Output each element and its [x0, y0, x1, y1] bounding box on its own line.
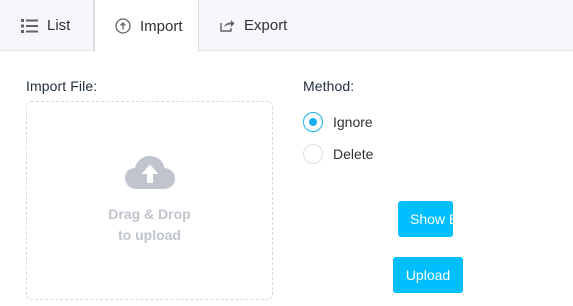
dropzone-text-line2: to upload — [118, 227, 181, 243]
import-file-label: Import File: — [26, 78, 98, 94]
radio-ignore-circle[interactable] — [303, 112, 323, 132]
list-icon — [21, 18, 38, 33]
dropzone-text-line1: Drag & Drop — [108, 206, 191, 222]
radio-delete[interactable]: Delete — [303, 144, 373, 164]
upload-button[interactable]: Upload — [393, 257, 463, 293]
radio-delete-circle[interactable] — [303, 144, 323, 164]
radio-ignore[interactable]: Ignore — [303, 112, 373, 132]
radio-delete-label: Delete — [333, 146, 374, 162]
tab-import-label: Import — [140, 17, 183, 35]
tab-export[interactable]: Export — [199, 0, 309, 51]
tab-bar: List Import Export — [0, 0, 573, 52]
upload-circle-icon — [115, 18, 131, 34]
file-dropzone[interactable]: Drag & Drop to upload — [26, 101, 273, 300]
show-button[interactable]: Show E — [398, 201, 453, 237]
tab-export-label: Export — [244, 17, 288, 34]
cloud-upload-icon — [125, 156, 175, 195]
method-label: Method: — [303, 78, 355, 94]
radio-ignore-label: Ignore — [333, 114, 373, 130]
tab-list[interactable]: List — [0, 0, 94, 51]
tab-list-label: List — [47, 17, 71, 34]
tab-import[interactable]: Import — [94, 0, 199, 52]
share-export-icon — [220, 19, 235, 32]
